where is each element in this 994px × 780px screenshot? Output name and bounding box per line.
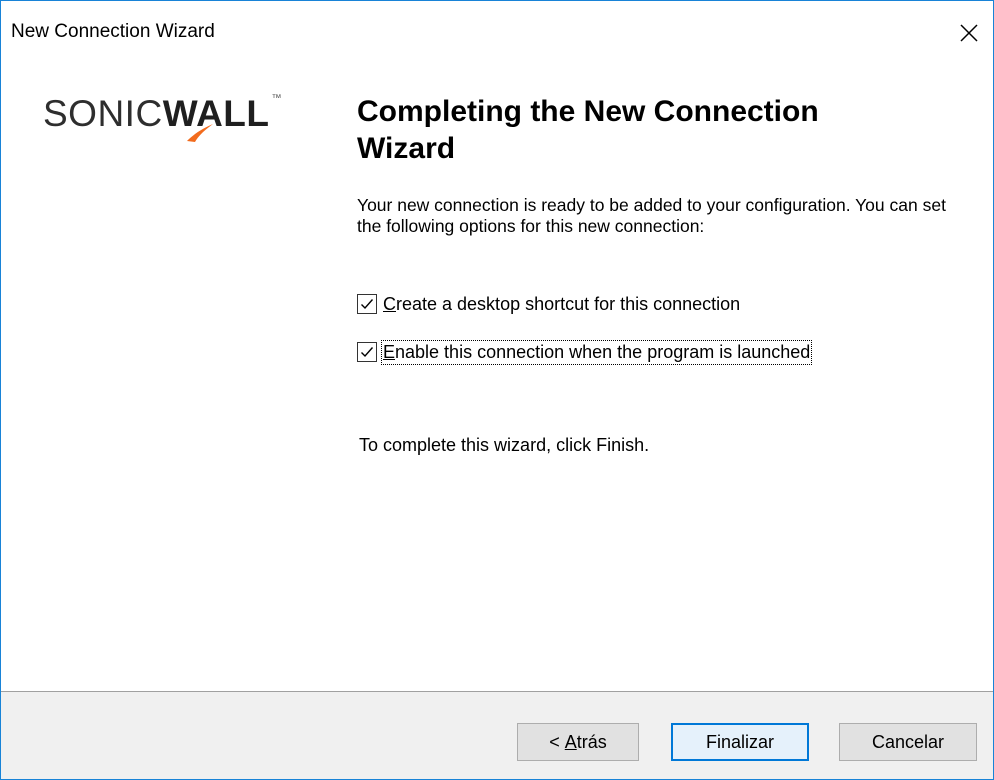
option-desktop-shortcut[interactable]: Create a desktop shortcut for this conne… [357, 291, 740, 317]
description-text: Your new connection is ready to be added… [357, 195, 946, 236]
close-icon [960, 24, 978, 42]
logo-trademark: ™ [271, 93, 282, 104]
desktop-shortcut-checkbox[interactable] [357, 294, 377, 314]
label-mnemonic: C [383, 293, 396, 314]
wizard-window: New Connection Wizard SONICWALL ™ Complet… [0, 0, 994, 780]
checkmark-icon [361, 299, 374, 310]
back-button[interactable]: < Atrás [517, 723, 639, 761]
cancel-button[interactable]: Cancelar [839, 723, 977, 761]
desktop-shortcut-label[interactable]: Create a desktop shortcut for this conne… [383, 294, 740, 315]
label-mnemonic: E [383, 341, 396, 362]
label-text: reate a desktop shortcut for this connec… [396, 293, 741, 314]
page-heading: Completing the New Connection Wizard [357, 95, 819, 165]
enable-on-launch-checkbox[interactable] [357, 342, 377, 362]
option-enable-on-launch[interactable]: Enable this connection when the program … [357, 339, 813, 365]
finish-hint: To complete this wizard, click Finish. [359, 435, 650, 455]
enable-on-launch-label[interactable]: Enable this connection when the program … [380, 339, 813, 365]
logo-text-bold: WALL [162, 93, 270, 134]
window-title: New Connection Wizard [11, 21, 215, 42]
button-bar: < Atrás Finalizar Cancelar [1, 691, 993, 779]
label-text: nable this connection when the program i… [395, 341, 811, 362]
checkmark-icon [361, 347, 374, 358]
title-bar: New Connection Wizard [1, 1, 993, 67]
back-label: trás [576, 731, 607, 752]
logo-text-light: SONIC [43, 93, 163, 134]
sonicwall-logo: SONICWALL ™ [43, 93, 303, 153]
finish-button[interactable]: Finalizar [671, 723, 809, 761]
close-button[interactable] [945, 5, 993, 61]
back-mnemonic: A [564, 731, 577, 752]
logo-swoosh-icon [187, 124, 213, 142]
back-prefix: < [549, 731, 565, 752]
